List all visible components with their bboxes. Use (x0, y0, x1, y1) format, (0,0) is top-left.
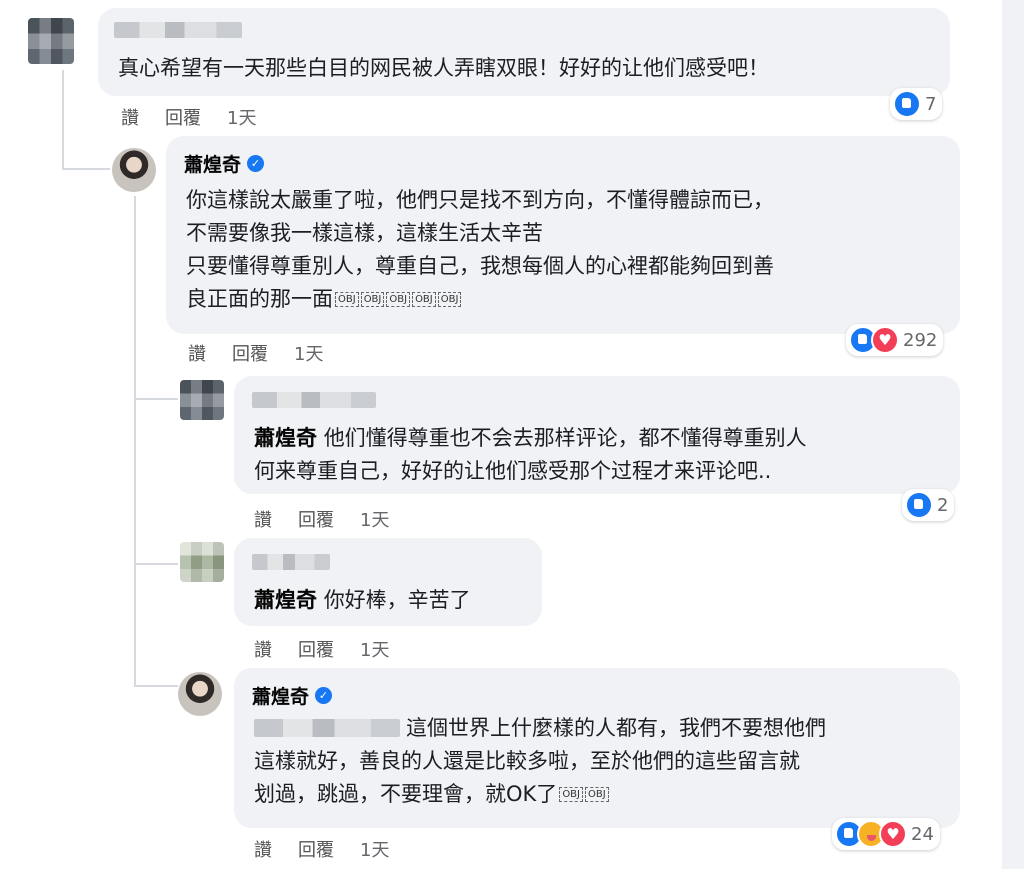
text-line-content: 他们懂得尊重也不会去那样评论，都不懂得尊重别人 (323, 426, 807, 450)
text-line: 這樣就好，善良的人還是比較多啦，至於他們的這些留言就 (254, 749, 800, 773)
emoticon: OBJ (360, 292, 385, 307)
comment-timestamp[interactable]: 1天 (294, 340, 323, 366)
comment-actions: 讚 回覆 1天 (254, 506, 389, 532)
author-avatar[interactable] (178, 672, 222, 716)
text-line-content: 良正面的那一面 (186, 287, 333, 311)
like-icon (893, 90, 921, 118)
emoticon: OBJ (437, 292, 462, 307)
author-name[interactable]: 蕭煌奇 (252, 682, 309, 709)
text-line: 不需要像我一樣這樣，這樣生活太辛苦 (186, 221, 543, 245)
emoticon: OBJ (335, 292, 359, 307)
reply-action[interactable]: 回覆 (298, 636, 334, 662)
like-action[interactable]: 讚 (254, 836, 272, 862)
verified-badge-icon: ✓ (247, 155, 265, 172)
emoticon: OBJ (585, 787, 609, 802)
reaction-count: 292 (903, 329, 938, 351)
comment-bubble: 真心希望有一天那些白目的网民被人弄瞎双眼！好好的让他们感受吧！ (98, 8, 950, 96)
reply-action[interactable]: 回覆 (232, 340, 268, 366)
mention-tag[interactable]: 蕭煌奇 (254, 588, 317, 612)
reply-bubble: 蕭煌奇 ✓ 這個世界上什麼樣的人都有，我們不要想他們 這樣就好，善良的人還是比較… (234, 668, 960, 828)
commenter-avatar[interactable] (180, 380, 224, 420)
like-action[interactable]: 讚 (121, 104, 139, 130)
comment-timestamp[interactable]: 1天 (227, 104, 256, 130)
commenter-name[interactable] (114, 22, 242, 42)
reply-bubble: 蕭煌奇 他们懂得尊重也不会去那样评论，都不懂得尊重别人 何来尊重自己，好好的让他… (234, 376, 960, 494)
comment-timestamp[interactable]: 1天 (360, 506, 389, 532)
scrollbar-track[interactable] (1002, 0, 1024, 869)
reaction-summary[interactable]: 24 (832, 818, 940, 850)
reaction-summary[interactable]: 292 (846, 324, 944, 356)
reaction-count: 7 (925, 93, 937, 115)
comment-thread: 真心希望有一天那些白目的网民被人弄瞎双眼！好好的让他们感受吧！ 讚 回覆 1天 … (0, 0, 1024, 869)
mention-tag[interactable]: 蕭煌奇 (254, 426, 317, 450)
text-line: 何来尊重自己，好好的让他们感受那个过程才来评论吧.. (254, 459, 772, 483)
thread-connector-line (62, 70, 64, 170)
text-line-content: 你好棒，辛苦了 (323, 588, 471, 612)
comment-actions: 讚 回覆 1天 (121, 104, 256, 130)
comment-actions: 讚 回覆 1天 (188, 340, 323, 366)
text-line: 划過，跳過，不要理會，就OK了 OBJ OBJ (254, 778, 826, 811)
thread-connector-line (134, 563, 178, 565)
blurred-name (114, 22, 242, 38)
commenter-avatar[interactable] (180, 542, 224, 582)
thread-connector-line (134, 398, 178, 400)
thread-connector-line (134, 685, 178, 687)
like-icon (905, 491, 933, 519)
text-line: 這個世界上什麼樣的人都有，我們不要想他們 (254, 712, 826, 745)
text-line: 蕭煌奇 他们懂得尊重也不会去那样评论，都不懂得尊重别人 (254, 422, 807, 455)
reply-text: 你這樣說太嚴重了啦，他們只是找不到方向，不懂得體諒而已， 不需要像我一樣這樣，這… (186, 184, 774, 316)
like-action[interactable]: 讚 (254, 636, 272, 662)
reaction-count: 24 (911, 823, 934, 845)
comment-actions: 讚 回覆 1天 (254, 836, 389, 862)
author-name[interactable]: 蕭煌奇 (184, 150, 241, 177)
blurred-name (252, 554, 330, 570)
reply-action[interactable]: 回覆 (165, 104, 201, 130)
comment-timestamp[interactable]: 1天 (360, 636, 389, 662)
thread-connector-line (134, 196, 136, 686)
commenter-name[interactable] (252, 392, 376, 412)
author-avatar[interactable] (112, 148, 156, 192)
reply-action[interactable]: 回覆 (298, 506, 334, 532)
reply-action[interactable]: 回覆 (298, 836, 334, 862)
text-line: 良正面的那一面 OBJ OBJ OBJ OBJ OBJ (186, 283, 774, 316)
reply-bubble: 蕭煌奇 ✓ 你這樣說太嚴重了啦，他們只是找不到方向，不懂得體諒而已， 不需要像我… (166, 136, 960, 334)
comment-actions: 讚 回覆 1天 (254, 636, 389, 662)
text-line-content: 這個世界上什麼樣的人都有，我們不要想他們 (406, 716, 826, 740)
like-action[interactable]: 讚 (254, 506, 272, 532)
blurred-mention (254, 719, 400, 737)
text-line: 只要懂得尊重別人，尊重自己，我想每個人的心裡都能夠回到善 (186, 254, 774, 278)
reply-text: 這個世界上什麼樣的人都有，我們不要想他們 這樣就好，善良的人還是比較多啦，至於他… (254, 712, 826, 811)
reply-text: 蕭煌奇 你好棒，辛苦了 (254, 584, 471, 617)
thread-connector-line (62, 168, 110, 170)
reaction-summary[interactable]: 2 (902, 489, 955, 521)
comment-text: 真心希望有一天那些白目的网民被人弄瞎双眼！好好的让他们感受吧！ (118, 56, 769, 80)
commenter-avatar[interactable] (28, 18, 74, 64)
emoticon: OBJ (412, 292, 436, 307)
emoticon: OBJ (559, 787, 583, 802)
love-icon (871, 326, 899, 354)
text-line-content: 划過，跳過，不要理會，就OK了 (254, 782, 558, 806)
verified-badge-icon: ✓ (315, 687, 333, 704)
reaction-count: 2 (937, 494, 949, 516)
love-icon (879, 820, 907, 848)
like-action[interactable]: 讚 (188, 340, 206, 366)
reply-text: 蕭煌奇 他们懂得尊重也不会去那样评论，都不懂得尊重别人 何来尊重自己，好好的让他… (254, 422, 807, 488)
comment-timestamp[interactable]: 1天 (360, 836, 389, 862)
blurred-name (252, 392, 376, 408)
emoticon: OBJ (386, 292, 411, 307)
reply-bubble: 蕭煌奇 你好棒，辛苦了 (234, 538, 542, 626)
commenter-name[interactable] (252, 554, 330, 574)
text-line: 你這樣說太嚴重了啦，他們只是找不到方向，不懂得體諒而已， (186, 188, 774, 212)
reaction-summary[interactable]: 7 (890, 88, 943, 120)
